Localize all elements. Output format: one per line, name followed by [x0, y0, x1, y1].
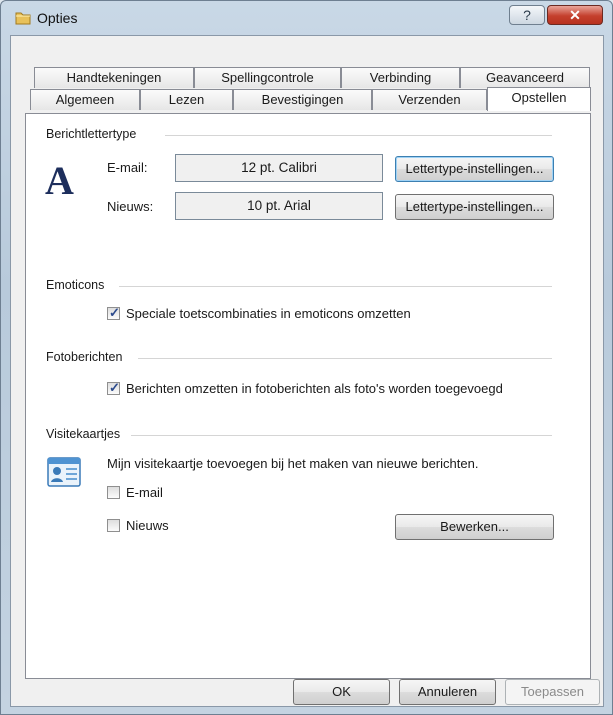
folder-icon	[15, 12, 31, 25]
vcard-email-label[interactable]: E-mail	[126, 485, 163, 500]
vcard-news-label[interactable]: Nieuws	[126, 518, 169, 533]
font-icon: A	[45, 158, 74, 203]
apply-button[interactable]: Toepassen	[505, 679, 600, 705]
tab-bevestigingen[interactable]: Bevestigingen	[233, 89, 372, 110]
photo-messages-checkbox-label[interactable]: Berichten omzetten in fotoberichten als …	[126, 381, 503, 396]
close-icon: ✕	[569, 6, 581, 23]
tab-verzenden[interactable]: Verzenden	[372, 89, 487, 110]
tab-handtekeningen[interactable]: Handtekeningen	[34, 67, 194, 88]
options-window: Opties ? ✕ Handtekeningen Spellingcontro…	[0, 0, 613, 715]
news-font-label: Nieuws:	[107, 199, 154, 214]
tab-algemeen[interactable]: Algemeen	[30, 89, 140, 110]
ok-button[interactable]: OK	[293, 679, 390, 705]
title-bar[interactable]: Opties ? ✕	[1, 1, 612, 35]
tab-verbinding[interactable]: Verbinding	[341, 67, 460, 88]
email-font-settings-button[interactable]: Lettertype-instellingen...	[395, 156, 554, 182]
vcard-description: Mijn visitekaartje toevoegen bij het mak…	[107, 456, 479, 471]
news-font-field: 10 pt. Arial	[175, 192, 383, 220]
section-title-emoticons: Emoticons	[46, 278, 111, 292]
help-icon: ?	[523, 7, 531, 23]
checkmark-icon: ✓	[109, 305, 120, 320]
section-title-photos: Fotoberichten	[46, 350, 129, 364]
section-title-vcards: Visitekaartjes	[46, 427, 127, 441]
tab-geavanceerd[interactable]: Geavanceerd	[460, 67, 590, 88]
edit-vcard-button[interactable]: Bewerken...	[395, 514, 554, 540]
window-title: Opties	[37, 10, 78, 26]
contact-card-icon	[47, 457, 81, 487]
divider	[138, 358, 552, 359]
tab-spellingcontrole[interactable]: Spellingcontrole	[194, 67, 341, 88]
vcard-news-checkbox[interactable]	[107, 519, 120, 532]
checkmark-icon: ✓	[109, 380, 120, 395]
vcard-email-checkbox[interactable]	[107, 486, 120, 499]
divider	[131, 435, 552, 436]
email-font-field: 12 pt. Calibri	[175, 154, 383, 182]
cancel-button[interactable]: Annuleren	[399, 679, 496, 705]
divider	[165, 135, 552, 136]
tab-opstellen[interactable]: Opstellen	[487, 87, 591, 111]
emoticons-checkbox-label[interactable]: Speciale toetscombinaties in emoticons o…	[126, 306, 411, 321]
divider	[119, 286, 552, 287]
photo-messages-checkbox[interactable]: ✓	[107, 380, 120, 395]
emoticons-checkbox[interactable]: ✓	[107, 305, 120, 320]
news-font-settings-button[interactable]: Lettertype-instellingen...	[395, 194, 554, 220]
section-title-fonts: Berichtlettertype	[46, 127, 143, 141]
tab-lezen[interactable]: Lezen	[140, 89, 233, 110]
help-button[interactable]: ?	[509, 5, 545, 25]
email-font-label: E-mail:	[107, 160, 148, 175]
close-button[interactable]: ✕	[547, 5, 603, 25]
